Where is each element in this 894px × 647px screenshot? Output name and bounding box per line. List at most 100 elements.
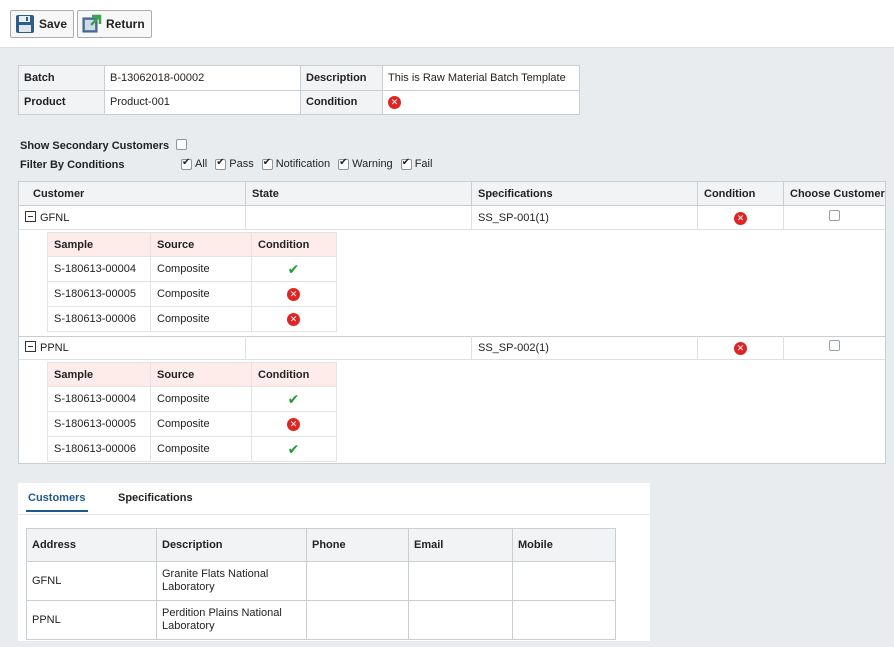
sample-source: Composite	[150, 436, 252, 462]
choose-customer-cell	[784, 206, 885, 230]
filter-checkbox[interactable]	[338, 157, 350, 170]
col-choose-customer[interactable]: Choose Customer	[784, 182, 885, 206]
col-state[interactable]: State	[246, 182, 472, 206]
col-condition: Condition	[251, 362, 337, 387]
col-specifications[interactable]: Specifications	[472, 182, 698, 206]
sample-id: S-180613-00005	[47, 281, 151, 307]
sample-row[interactable]: S-180613-00006 Composite ✕	[47, 306, 337, 332]
sample-source: Composite	[150, 306, 252, 332]
filter-checkbox[interactable]	[181, 157, 192, 170]
description-cell: Perdition Plains National Laboratory	[156, 600, 307, 640]
table-row[interactable]: GFNL Granite Flats National Laboratory	[26, 561, 616, 601]
details-panel: Customers Specifications Address Descrip…	[18, 483, 650, 641]
collapse-icon[interactable]	[25, 211, 36, 222]
filter-checkbox[interactable]	[261, 157, 273, 170]
filter-options: All Pass Notification Warning Fail	[181, 157, 440, 173]
sample-condition: ✔	[251, 436, 337, 462]
sample-condition: ✕	[251, 281, 337, 307]
filter-checkbox[interactable]	[400, 157, 412, 170]
customer-cell: GFNL	[19, 206, 246, 230]
col-phone: Phone	[306, 528, 409, 562]
filter-fail[interactable]: Fail	[400, 157, 432, 170]
description-label: Description	[300, 65, 383, 91]
col-description: Description	[156, 528, 307, 562]
batch-label: Batch	[18, 65, 105, 91]
specifications-cell: SS_SP-001(1)	[472, 206, 698, 230]
filter-label: Filter By Conditions	[20, 159, 125, 171]
condition-cell: ✕	[698, 206, 784, 230]
filter-checkbox[interactable]	[215, 157, 227, 170]
show-secondary-checkbox[interactable]	[176, 139, 188, 150]
save-icon	[15, 14, 35, 34]
fail-icon: ✕	[287, 287, 300, 301]
specifications-cell: SS_SP-002(1)	[472, 336, 698, 360]
samples-subtable: Sample Source Condition S-180613-00004 Compo…	[47, 232, 337, 332]
pass-check-icon: ✔	[287, 440, 300, 457]
col-address: Address	[26, 528, 157, 562]
sample-condition: ✔	[251, 256, 337, 282]
show-secondary-row: Show Secondary Customers	[20, 139, 188, 152]
col-customer[interactable]: Customer	[19, 182, 246, 206]
return-icon	[82, 14, 102, 34]
col-mobile: Mobile	[512, 528, 616, 562]
col-condition: Condition	[251, 232, 337, 257]
batch-condition: ✕	[382, 89, 580, 115]
mobile-cell	[512, 600, 616, 640]
condition-label: Condition	[300, 89, 383, 115]
filter-all[interactable]: All	[181, 157, 208, 170]
sample-row[interactable]: S-180613-00005 Composite ✕	[47, 411, 337, 437]
choose-customer-checkbox[interactable]	[829, 210, 840, 221]
grid-header: Customer State Specifications Condition …	[19, 182, 885, 206]
customer-row[interactable]: GFNL SS_SP-001(1) ✕	[19, 206, 885, 230]
pass-check-icon: ✔	[287, 260, 300, 277]
collapse-icon[interactable]	[25, 341, 36, 352]
sample-condition: ✕	[251, 306, 337, 332]
product-label: Product	[18, 89, 105, 115]
col-email: Email	[408, 528, 513, 562]
address-cell: PPNL	[26, 600, 157, 640]
tab-specifications[interactable]: Specifications	[118, 492, 193, 504]
sample-condition: ✕	[251, 411, 337, 437]
sample-row[interactable]: S-180613-00004 Composite ✔	[47, 256, 337, 282]
customer-cell: PPNL	[19, 336, 246, 360]
fail-icon: ✕	[287, 312, 300, 326]
sample-row[interactable]: S-180613-00004 Composite ✔	[47, 386, 337, 412]
description-cell: Granite Flats National Laboratory	[156, 561, 307, 601]
filter-warning[interactable]: Warning	[338, 157, 393, 170]
sample-id: S-180613-00004	[47, 256, 151, 282]
filter-label-text: All	[195, 158, 208, 170]
save-label: Save	[39, 17, 68, 31]
phone-cell	[306, 600, 409, 640]
save-button[interactable]: Save	[10, 10, 75, 38]
filter-pass[interactable]: Pass	[215, 157, 254, 170]
toolbar: Save Return	[0, 0, 894, 48]
email-cell	[408, 600, 513, 640]
sample-row[interactable]: S-180613-00006 Composite ✔	[47, 436, 337, 462]
phone-cell	[306, 561, 409, 601]
fail-icon: ✕	[734, 212, 747, 225]
mobile-cell	[512, 561, 616, 601]
sample-id: S-180613-00006	[47, 436, 151, 462]
filter-label-text: Notification	[275, 158, 331, 170]
pass-check-icon: ✔	[287, 390, 300, 407]
show-secondary-label: Show Secondary Customers	[20, 140, 170, 152]
sample-source: Composite	[150, 386, 252, 412]
address-cell: GFNL	[26, 561, 157, 601]
customer-row[interactable]: PPNL SS_SP-002(1) ✕	[19, 336, 885, 360]
filter-label-text: Warning	[352, 158, 393, 170]
customer-grid: Customer State Specifications Condition …	[18, 181, 886, 464]
col-condition[interactable]: Condition	[698, 182, 784, 206]
condition-cell: ✕	[698, 336, 784, 360]
choose-customer-checkbox[interactable]	[829, 340, 840, 351]
sample-row[interactable]: S-180613-00005 Composite ✕	[47, 281, 337, 307]
samples-subtable: Sample Source Condition S-180613-00004 Compo…	[47, 362, 337, 462]
batch-info-table: Batch B-13062018-00002 Description This …	[18, 65, 580, 115]
choose-customer-cell	[784, 336, 885, 360]
product-value: Product-001	[104, 89, 301, 115]
table-row[interactable]: PPNL Perdition Plains National Laborator…	[26, 600, 616, 640]
tab-customers[interactable]: Customers	[28, 492, 85, 504]
filter-notification[interactable]: Notification	[261, 157, 331, 170]
col-source: Source	[150, 362, 252, 387]
return-button[interactable]: Return	[77, 10, 152, 38]
sample-id: S-180613-00004	[47, 386, 151, 412]
